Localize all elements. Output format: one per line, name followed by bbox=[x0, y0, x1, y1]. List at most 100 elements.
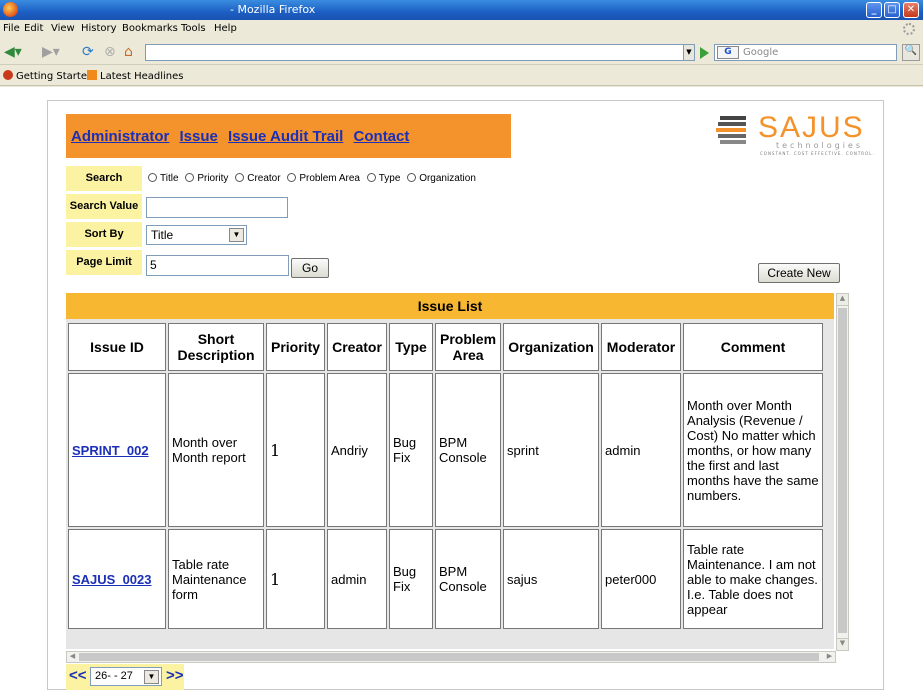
radio-problem-area[interactable]: Problem Area bbox=[287, 173, 360, 184]
col-problem-area: Problem Area bbox=[435, 323, 502, 371]
search-label: Search bbox=[66, 166, 142, 191]
nav-link-issue-audit-trail[interactable]: Issue Audit Trail bbox=[228, 128, 343, 145]
firefox-bookmark-icon bbox=[3, 70, 13, 80]
home-icon[interactable]: ⌂ bbox=[124, 43, 133, 61]
scroll-left-icon[interactable]: ◀ bbox=[67, 652, 78, 662]
search-value-label: Search Value bbox=[66, 194, 142, 219]
radio-organization[interactable]: Organization bbox=[407, 173, 476, 184]
cell-creator: Andriy bbox=[327, 373, 388, 527]
menu-help[interactable]: Help bbox=[214, 23, 237, 34]
search-placeholder: Google bbox=[743, 47, 779, 58]
issue-id-link[interactable]: SPRINT_002 bbox=[72, 443, 149, 458]
reload-icon[interactable]: ⟳ bbox=[82, 43, 94, 61]
maximize-button[interactable]: □ bbox=[884, 2, 900, 18]
create-new-button[interactable]: Create New bbox=[758, 263, 840, 283]
radio-creator[interactable]: Creator bbox=[235, 173, 281, 184]
cell-type: Bug Fix bbox=[389, 529, 434, 629]
browser-viewport: Administrator Issue Issue Audit Trail Co… bbox=[0, 87, 923, 700]
scroll-right-icon[interactable]: ▶ bbox=[824, 652, 835, 662]
page-limit-input[interactable]: 5 bbox=[146, 255, 289, 276]
sort-by-label: Sort By bbox=[66, 222, 142, 247]
scroll-down-icon[interactable]: ▼ bbox=[837, 638, 848, 650]
page-range-select[interactable]: 26- - 27 ▼ bbox=[90, 667, 162, 686]
url-input[interactable] bbox=[145, 44, 695, 61]
google-icon[interactable]: G bbox=[717, 46, 739, 59]
cell-priority: 1 bbox=[266, 529, 326, 629]
throbber-icon bbox=[903, 23, 915, 35]
pager: << 26- - 27 ▼ >> bbox=[66, 664, 184, 690]
table-vertical-scrollbar[interactable]: ▲ ▼ bbox=[836, 293, 849, 651]
next-page-button[interactable]: >> bbox=[166, 667, 184, 684]
radio-button[interactable] bbox=[235, 173, 245, 182]
radio-button[interactable] bbox=[366, 173, 376, 182]
nav-banner: Administrator Issue Issue Audit Trail Co… bbox=[66, 114, 511, 158]
sort-by-select[interactable]: Title ▼ bbox=[146, 225, 247, 245]
logo-tagline: CONSTANT. COST EFFECTIVE. CONTROL. bbox=[760, 151, 875, 156]
menu-tools[interactable]: Tools bbox=[181, 23, 206, 34]
cell-organization: sprint bbox=[503, 373, 600, 527]
radio-button[interactable] bbox=[287, 173, 297, 182]
cell-issue-id: SAJUS_0023 bbox=[68, 529, 166, 629]
cell-description: Table rate Maintenance form bbox=[168, 529, 264, 629]
go-button[interactable]: Go bbox=[291, 258, 329, 278]
search-engine-input[interactable]: G Google bbox=[714, 44, 897, 61]
bookmarks-toolbar: Getting Started Latest Headlines bbox=[0, 66, 923, 86]
cell-moderator: peter000 bbox=[601, 529, 682, 629]
nav-link-contact[interactable]: Contact bbox=[354, 128, 410, 145]
url-dropdown-icon[interactable]: ▼ bbox=[683, 44, 695, 61]
radio-priority[interactable]: Priority bbox=[185, 173, 228, 184]
col-creator: Creator bbox=[327, 323, 388, 371]
radio-button[interactable] bbox=[407, 173, 417, 182]
col-issue-id: Issue ID bbox=[68, 323, 166, 371]
col-comment: Comment bbox=[683, 323, 824, 371]
radio-type[interactable]: Type bbox=[366, 173, 400, 184]
logo-sub: technologies bbox=[776, 141, 863, 150]
search-value-input[interactable] bbox=[146, 197, 288, 218]
cell-creator: admin bbox=[327, 529, 388, 629]
cell-type: Bug Fix bbox=[389, 373, 434, 527]
scroll-thumb[interactable] bbox=[79, 653, 819, 661]
menu-view[interactable]: View bbox=[51, 23, 75, 34]
col-short-description: Short Description bbox=[168, 323, 264, 371]
issue-table-container: Issue ID Short Description Priority Crea… bbox=[66, 319, 834, 649]
nav-link-issue[interactable]: Issue bbox=[180, 128, 218, 145]
menu-history[interactable]: History bbox=[81, 23, 117, 34]
stop-icon[interactable]: ⊗ bbox=[104, 43, 116, 61]
menu-edit[interactable]: Edit bbox=[24, 23, 43, 34]
search-go-icon[interactable]: 🔍 bbox=[902, 44, 920, 61]
cell-problem-area: BPM Console bbox=[435, 529, 502, 629]
forward-icon[interactable]: ▶▾ bbox=[42, 43, 60, 61]
col-priority: Priority bbox=[266, 323, 326, 371]
page-limit-label: Page Limit bbox=[66, 250, 142, 275]
bookmark-getting-started[interactable]: Getting Started bbox=[3, 70, 93, 82]
chevron-down-icon[interactable]: ▼ bbox=[144, 670, 159, 684]
sort-by-value: Title bbox=[151, 228, 174, 242]
chevron-down-icon[interactable]: ▼ bbox=[229, 228, 244, 242]
col-type: Type bbox=[389, 323, 434, 371]
nav-link-administrator[interactable]: Administrator bbox=[71, 128, 169, 145]
cell-issue-id: SPRINT_002 bbox=[68, 373, 166, 527]
menu-file[interactable]: File bbox=[3, 23, 20, 34]
table-horizontal-scrollbar[interactable]: ◀ ▶ bbox=[66, 651, 836, 663]
close-button[interactable]: ✕ bbox=[903, 2, 919, 18]
go-icon[interactable] bbox=[700, 47, 709, 59]
table-row: SAJUS_0023 Table rate Maintenance form 1… bbox=[68, 529, 824, 629]
cell-organization: sajus bbox=[503, 529, 600, 629]
page-container: Administrator Issue Issue Audit Trail Co… bbox=[47, 100, 884, 690]
back-icon[interactable]: ◀▾ bbox=[4, 43, 22, 61]
issue-id-link[interactable]: SAJUS_0023 bbox=[72, 572, 152, 587]
prev-page-button[interactable]: << bbox=[69, 667, 87, 684]
scroll-thumb[interactable] bbox=[838, 308, 847, 633]
bookmark-latest-headlines[interactable]: Latest Headlines bbox=[87, 70, 184, 82]
cell-problem-area: BPM Console bbox=[435, 373, 502, 527]
scroll-up-icon[interactable]: ▲ bbox=[837, 294, 848, 306]
window-titlebar: - Mozilla Firefox _ □ ✕ bbox=[0, 0, 923, 20]
radio-button[interactable] bbox=[185, 173, 195, 182]
logo-word: SAJUS bbox=[758, 111, 865, 144]
menu-bookmarks[interactable]: Bookmarks bbox=[122, 23, 178, 34]
col-moderator: Moderator bbox=[601, 323, 682, 371]
minimize-button[interactable]: _ bbox=[866, 2, 882, 18]
radio-button[interactable] bbox=[148, 173, 157, 182]
logo-mark-icon bbox=[716, 116, 746, 144]
radio-title[interactable]: Title bbox=[148, 173, 179, 184]
